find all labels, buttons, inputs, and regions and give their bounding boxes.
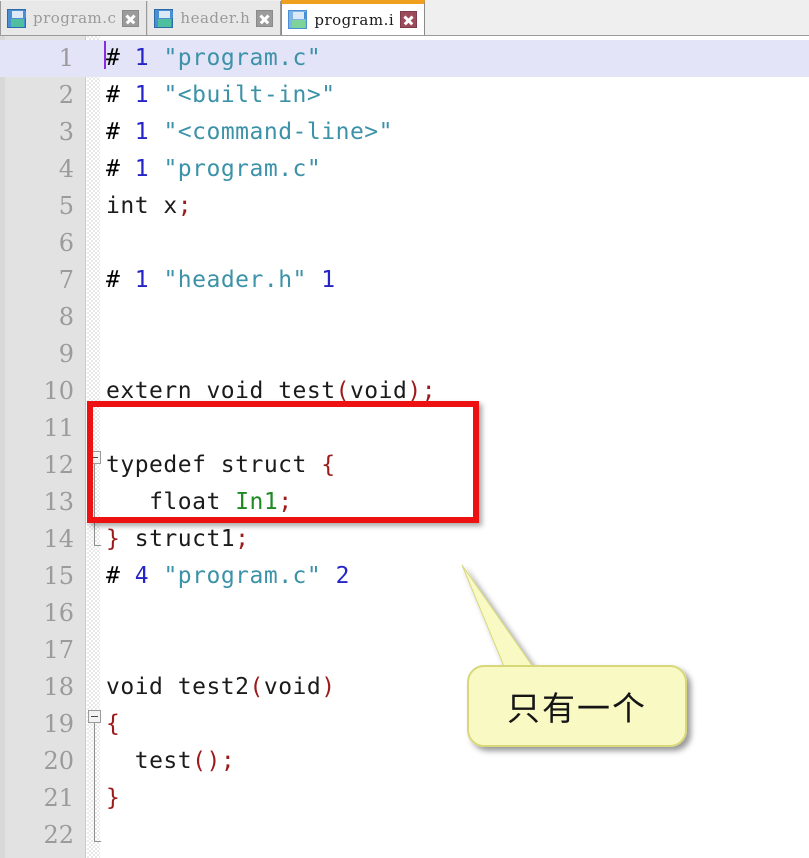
code-line[interactable]: 4 # 1 "program.c" [0,151,809,188]
code-text: void test2(void) [106,674,336,700]
code-text: extern void test(void); [106,378,437,404]
code-line[interactable]: 14 } struct1; [0,521,809,558]
line-number: 8 [58,303,74,331]
code-line[interactable]: 19 { [0,706,809,743]
code-line[interactable]: 3 # 1 "<command-line>" [0,114,809,151]
line-number: 5 [58,192,74,220]
tab-header-h[interactable]: header.h [147,1,282,35]
editor-area[interactable]: 1 # 1 "program.c" 2 # 1 "<built-in>" 3 # 1 "<… [0,36,809,858]
floppy-disk-icon [7,8,26,28]
code-line[interactable]: 8 [0,299,809,336]
tab-label: header.h [180,9,251,27]
line-number: 22 [43,821,74,849]
tab-label: program.c [33,9,117,27]
code-editor-window: program.c header.h program.i 1 # 1 "progr… [0,0,809,858]
code-line[interactable]: 22 [0,817,809,854]
code-text: # 1 "header.h" 1 [106,267,336,293]
code-line[interactable]: 12 typedef struct { [0,447,809,484]
code-line[interactable]: 18 void test2(void) [0,669,809,706]
close-icon[interactable] [400,11,418,28]
code-text: # 1 "<built-in>" [106,82,336,108]
code-text: } [106,785,121,811]
close-icon[interactable] [122,9,140,27]
line-number: 21 [43,784,74,812]
code-line[interactable]: 20 test(); [0,743,809,780]
code-line[interactable]: 2 # 1 "<built-in>" [0,77,809,114]
tab-bar: program.c header.h program.i [0,0,809,36]
fold-guide-foot [94,841,101,842]
line-number: 11 [43,414,74,442]
line-number: 7 [58,266,74,294]
code-line[interactable]: 15 # 4 "program.c" 2 [0,558,809,595]
code-text: test(); [134,748,236,774]
code-text: float In1; [149,489,293,515]
code-line[interactable]: 11 [0,410,809,447]
code-text: # 1 "program.c" [106,45,322,71]
code-line[interactable]: 6 [0,225,809,262]
tab-label: program.i [314,10,395,29]
line-number: 18 [43,673,74,701]
code-line[interactable]: 17 [0,632,809,669]
line-number: 17 [43,636,74,664]
code-text: } struct1; [106,526,250,552]
code-line[interactable]: 1 # 1 "program.c" [0,40,809,77]
code-text: # 1 "program.c" [106,156,322,182]
code-line[interactable]: 16 [0,595,809,632]
fold-guide-line [94,464,95,545]
line-number: 14 [43,525,74,553]
tab-program-i[interactable]: program.i [281,0,426,35]
floppy-disk-icon [288,10,308,29]
line-number: 1 [58,44,74,72]
code-line[interactable]: 13 float In1; [0,484,809,521]
code-line[interactable]: 5 int x; [0,188,809,225]
line-number: 12 [43,451,74,479]
text-caret [104,41,106,69]
close-icon[interactable] [256,9,274,27]
code-line[interactable]: 7 # 1 "header.h" 1 [0,262,809,299]
code-text: typedef struct { [106,452,336,478]
line-number: 10 [43,377,74,405]
floppy-disk-icon [154,8,174,28]
code-text: # 4 "program.c" 2 [106,563,350,589]
code-text: { [106,711,121,737]
line-number: 20 [43,747,74,775]
line-number: 2 [58,81,74,109]
line-number: 9 [58,340,74,368]
fold-toggle-function[interactable] [88,710,101,723]
line-number: 3 [58,118,74,146]
code-line[interactable]: 21} [0,780,809,817]
fold-toggle-struct[interactable] [88,451,101,464]
fold-guide-line [94,723,95,841]
code-line[interactable]: 9 [0,336,809,373]
line-number: 13 [43,488,74,516]
code-line[interactable]: 10 extern void test(void); [0,373,809,410]
fold-guide-foot [94,545,101,546]
code-text: # 1 "<command-line>" [106,119,393,145]
tab-program-c[interactable]: program.c [0,1,148,35]
line-number: 6 [58,229,74,257]
line-number: 15 [43,562,74,590]
code-text: int x; [106,193,193,219]
line-number: 16 [43,599,74,627]
line-number: 4 [58,155,74,183]
line-number: 19 [43,710,74,738]
